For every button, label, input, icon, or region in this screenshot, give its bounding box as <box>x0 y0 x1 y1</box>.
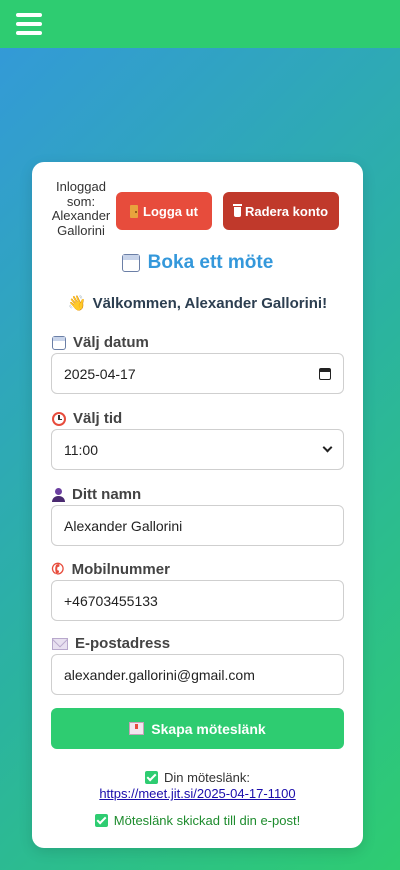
time-select[interactable]: 11:00 <box>51 429 344 470</box>
email-label: E-postadress <box>52 635 170 652</box>
phone-label: ✆ Mobilnummer <box>49 558 170 580</box>
hamburger-menu-icon[interactable] <box>16 13 42 35</box>
name-value: Alexander Gallorini <box>64 517 183 534</box>
create-meeting-link-button[interactable]: Skapa möteslänk <box>51 708 344 749</box>
email-value: alexander.gallorini@gmail.com <box>64 666 255 683</box>
envelope-icon <box>52 637 68 650</box>
create-meeting-link-label: Skapa möteslänk <box>151 720 266 737</box>
calendar-icon <box>52 335 66 350</box>
chevron-down-icon <box>322 442 333 453</box>
calendar-icon <box>121 254 140 272</box>
email-sent-confirmation: Möteslänk skickad till din e-post! <box>32 813 363 828</box>
welcome-message: 👋 Välkommen, Alexander Gallorini! <box>32 294 363 313</box>
alarm-clock-icon <box>52 411 66 426</box>
door-icon <box>130 204 139 218</box>
trash-icon <box>232 204 242 217</box>
phone-value: +46703455133 <box>64 592 158 609</box>
time-label: Välj tid <box>52 410 122 427</box>
time-value: 11:00 <box>64 441 98 458</box>
date-label: Välj datum <box>52 334 149 351</box>
email-input[interactable]: alexander.gallorini@gmail.com <box>51 654 344 695</box>
logout-label: Logga ut <box>143 203 198 219</box>
welcome-text: Välkommen, Alexander Gallorini! <box>92 294 328 312</box>
logged-in-text: Inloggad som: Alexander Gallorini <box>51 179 111 238</box>
name-label: Ditt namn <box>52 486 141 503</box>
logout-button[interactable]: Logga ut <box>116 192 212 230</box>
check-mark-icon <box>145 771 158 784</box>
inbox-tray-icon <box>129 722 145 735</box>
calendar-picker-icon[interactable] <box>319 367 331 380</box>
phone-input[interactable]: +46703455133 <box>51 580 344 621</box>
waving-hand-icon: 👋 <box>67 295 87 312</box>
date-value: 2025-04-17 <box>64 365 136 382</box>
meeting-link-label: Din möteslänk: <box>32 770 363 785</box>
person-icon <box>52 487 65 502</box>
page-title: Boka ett möte <box>32 252 363 274</box>
session-bar: Inloggad som: Alexander Gallorini Logga … <box>46 179 356 240</box>
delete-account-button[interactable]: Radera konto <box>223 192 339 230</box>
check-mark-icon <box>94 814 108 827</box>
booking-card: Inloggad som: Alexander Gallorini Logga … <box>32 162 363 848</box>
page-title-text: Boka ett möte <box>147 252 274 273</box>
date-input[interactable]: 2025-04-17 <box>51 353 344 394</box>
name-input[interactable]: Alexander Gallorini <box>51 505 344 546</box>
top-navbar <box>0 0 400 48</box>
delete-account-label: Radera konto <box>244 203 329 219</box>
telephone-icon: ✆ <box>49 558 67 580</box>
meeting-link[interactable]: https://meet.jit.si/2025-04-17-1100 <box>32 786 363 801</box>
